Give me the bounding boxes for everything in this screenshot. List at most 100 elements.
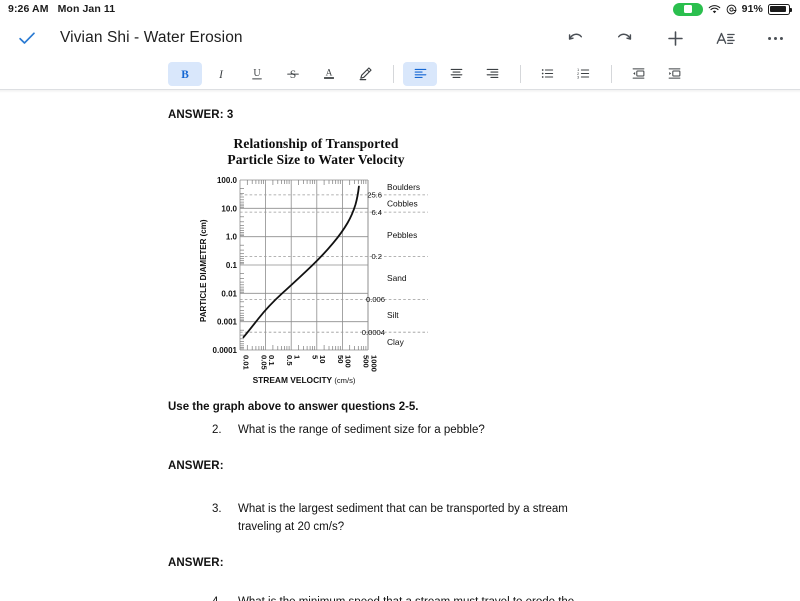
answer-line-1: ANSWER: 3	[168, 109, 234, 121]
add-button[interactable]	[664, 27, 686, 49]
question-2-number: 2.	[212, 424, 222, 437]
chart-x-axis-title: STREAM VELOCITY (cm/s)	[253, 375, 356, 385]
bold-button[interactable]: B	[168, 61, 202, 86]
svg-text:Boulders: Boulders	[387, 182, 420, 192]
bold-icon: B	[181, 69, 189, 81]
svg-text:0.006: 0.006	[366, 295, 385, 304]
text-color-button[interactable]: A	[312, 62, 346, 86]
answer-label-3: ANSWER:	[168, 557, 224, 570]
underline-icon: U	[252, 68, 262, 80]
decrease-indent-button[interactable]	[621, 62, 655, 86]
svg-text:Cobbles: Cobbles	[387, 199, 418, 209]
text-color-icon: A	[324, 69, 334, 79]
undo-button[interactable]	[564, 27, 586, 49]
svg-text:6.4: 6.4	[371, 208, 382, 217]
svg-text:0.001: 0.001	[217, 318, 238, 327]
text-format-button[interactable]	[714, 27, 736, 49]
undo-icon	[568, 33, 583, 40]
chart-y-tick-labels: 100.0 10.0 1.0 0.1 0.01 0.001 0.0001	[213, 176, 238, 355]
question-2: 2. What is the range of sediment size fo…	[212, 422, 612, 440]
question-2-text: What is the range of sediment size for a…	[238, 424, 485, 437]
align-right-button[interactable]	[475, 62, 509, 86]
status-bar-time: 9:26 AM	[8, 3, 49, 15]
chart-x-tick-labels: 0.01 0.05 0.1 0.5 1 5 10 50 100 500 1000	[241, 355, 378, 372]
strikethrough-button[interactable]: S	[276, 62, 310, 86]
svg-text:0.1: 0.1	[267, 355, 276, 366]
question-3: 3. What is the largest sediment that can…	[212, 501, 612, 537]
more-options-button[interactable]	[764, 27, 786, 49]
bulleted-list-icon	[541, 69, 553, 78]
chart-svg: 100.0 10.0 1.0 0.1 0.01 0.001 0.0001 PAR…	[199, 176, 428, 385]
chart-title: Relationship of Transported Particle Size…	[227, 136, 405, 168]
screen-record-indicator-icon[interactable]	[672, 2, 703, 16]
wifi-icon	[708, 4, 720, 13]
increase-indent-button[interactable]	[657, 62, 691, 86]
svg-text:1.0: 1.0	[226, 233, 238, 242]
chart-y-minor-ticks	[240, 188, 244, 350]
svg-text:A: A	[326, 69, 333, 79]
numbered-list-button[interactable]: 1 2 3	[566, 62, 600, 86]
svg-text:0.2: 0.2	[371, 252, 382, 261]
svg-text:1000: 1000	[369, 355, 378, 372]
svg-text:0.0001: 0.0001	[213, 346, 238, 355]
check-icon[interactable]	[16, 27, 38, 49]
increase-indent-icon	[668, 68, 680, 79]
italic-button[interactable]: I	[204, 62, 238, 86]
battery-percentage: 91%	[741, 3, 763, 15]
redo-button[interactable]	[614, 27, 636, 49]
app-header: Vivian Shi - Water Erosion	[0, 18, 800, 58]
chart-figure: Relationship of Transported Particle Size…	[196, 136, 436, 387]
instruction-line: Use the graph above to answer questions …	[168, 401, 419, 414]
svg-text:S: S	[290, 69, 296, 81]
align-left-icon	[414, 68, 426, 78]
chart-graphic: 100.0 10.0 1.0 0.1 0.01 0.001 0.0001 PAR…	[196, 172, 436, 387]
numbered-list-icon: 1 2 3	[577, 67, 589, 80]
svg-text:U: U	[253, 68, 261, 79]
overflow-menu-icon	[767, 36, 783, 40]
status-bar: 9:26 AM Mon Jan 11 91%	[0, 0, 800, 18]
question-3-number: 3.	[212, 503, 222, 516]
chart-sediment-class-labels: Boulders Cobbles Pebbles Sand Silt Clay	[387, 182, 420, 347]
svg-text:Sand: Sand	[387, 273, 407, 283]
chart-boundary-lines	[240, 194, 428, 333]
svg-text:B: B	[181, 69, 189, 81]
align-center-button[interactable]	[439, 62, 473, 86]
chart-boundary-value-labels: 25.6 6.4 0.2 0.006 0.0004	[362, 191, 385, 337]
highlight-button[interactable]	[348, 62, 382, 86]
svg-text:10: 10	[318, 355, 327, 363]
italic-icon: I	[218, 69, 224, 81]
battery-icon	[768, 3, 792, 15]
svg-text:I: I	[218, 69, 224, 81]
document-canvas[interactable]: ANSWER: 3 Relationship of Transported Par…	[0, 93, 800, 601]
align-right-icon	[486, 68, 498, 78]
document-title[interactable]: Vivian Shi - Water Erosion	[60, 29, 243, 47]
svg-text:Clay: Clay	[387, 337, 405, 347]
location-icon	[726, 4, 737, 14]
svg-text:100: 100	[344, 355, 353, 368]
strikethrough-icon: S	[287, 69, 299, 81]
underline-button[interactable]: U	[240, 62, 274, 86]
bulleted-list-button[interactable]	[530, 62, 564, 86]
svg-text:Silt: Silt	[387, 310, 399, 320]
question-4: 4. What is the minimum speed that a stre…	[212, 594, 612, 601]
chart-y-axis-title: PARTICLE DIAMETER (cm)	[199, 219, 208, 322]
format-text-icon	[716, 32, 735, 44]
question-4-number: 4.	[212, 594, 238, 601]
answer-label-2: ANSWER:	[168, 460, 224, 473]
align-center-icon	[450, 68, 462, 78]
svg-text:0.01: 0.01	[241, 355, 250, 371]
align-left-button[interactable]	[403, 61, 437, 86]
redo-icon	[617, 33, 632, 40]
svg-text:25.6: 25.6	[367, 191, 382, 200]
svg-text:100.0: 100.0	[217, 176, 238, 185]
toolbar-divider	[520, 64, 521, 83]
format-toolbar: B I U S A 1 2 3	[0, 58, 800, 89]
chart-y-gridlines	[240, 179, 368, 351]
toolbar-divider	[393, 64, 394, 83]
toolbar-divider	[611, 64, 612, 83]
svg-text:10.0: 10.0	[221, 204, 237, 213]
decrease-indent-icon	[632, 68, 644, 79]
svg-text:0.01: 0.01	[221, 289, 237, 298]
svg-text:3: 3	[577, 75, 580, 80]
question-4-text: What is the minimum speed that a stream …	[238, 594, 612, 601]
